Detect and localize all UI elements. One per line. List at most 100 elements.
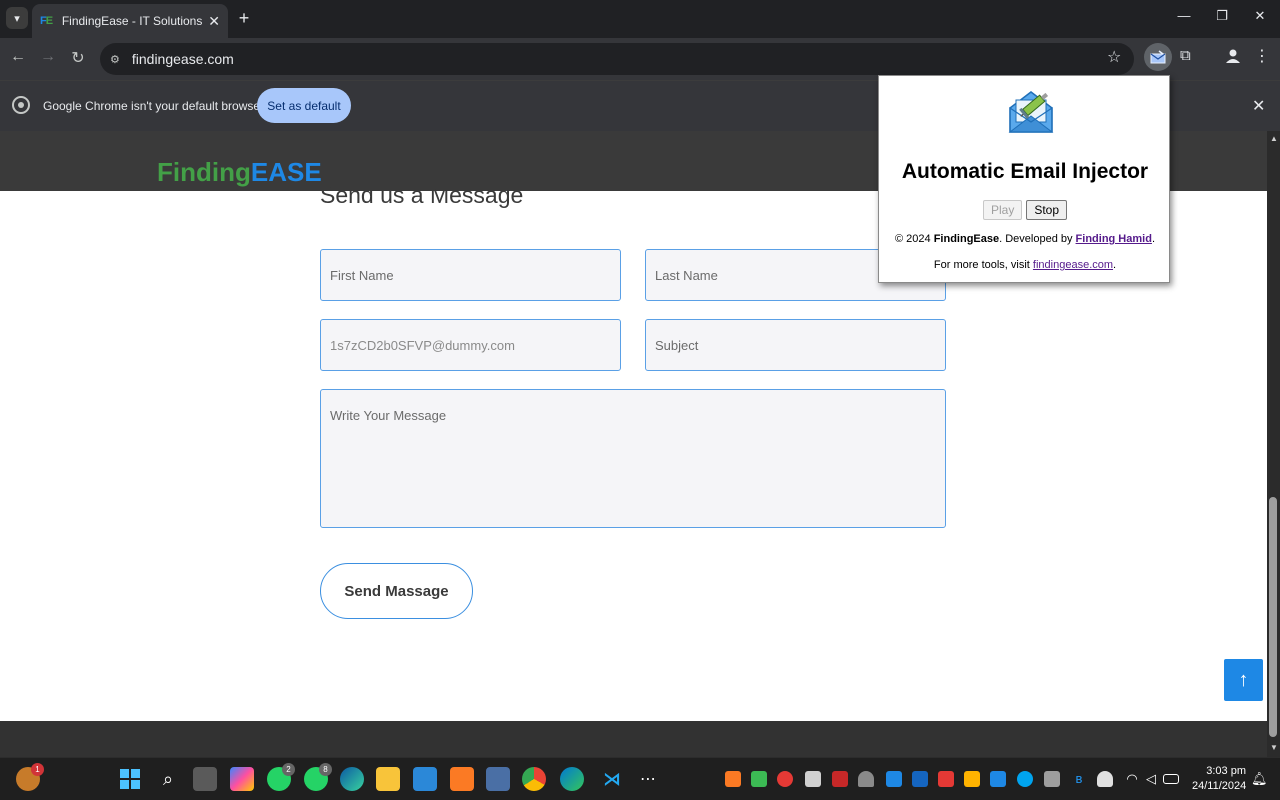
play-button[interactable]: Play (982, 200, 1023, 220)
edge-icon[interactable] (560, 767, 584, 791)
chrome-menu-icon[interactable]: ⋮ (1254, 46, 1270, 66)
tray-edge-icon[interactable] (1017, 771, 1033, 787)
volume-icon[interactable]: ◁ (1143, 771, 1159, 787)
logo-text-finding: Finding (157, 157, 251, 187)
edge-dev-icon[interactable] (340, 767, 364, 791)
window-close-button[interactable]: ✕ (1248, 8, 1272, 24)
scroll-up-arrow-icon[interactable]: ▲ (1270, 134, 1278, 143)
address-bar[interactable]: ⚙ findingease.com (100, 43, 1134, 75)
vscode-icon[interactable]: ⋊ (600, 767, 624, 791)
popup-title: Automatic Email Injector (901, 160, 1149, 183)
subject-input[interactable]: Subject (645, 319, 946, 371)
windows-taskbar: 1 ⌕ 2 8 ⋊ ⋯ ʙ ◠ ◁ 3:03 pm 24/11/2024 🔔︎ (0, 757, 1280, 800)
more-prefix: For more tools, visit (933, 259, 1033, 271)
popup-copyright: © 2024 FindingEase. Developed by Finding… (879, 233, 1171, 245)
xampp-icon[interactable] (450, 767, 474, 791)
extensions-puzzle-icon[interactable]: ⧉ (1180, 47, 1191, 64)
search-icon[interactable]: ⌕ (156, 767, 180, 791)
file-explorer-icon[interactable] (376, 767, 400, 791)
weather-badge: 1 (31, 763, 44, 776)
site-favicon-icon: FE (40, 15, 53, 27)
tab-title: FindingEase - IT Solutions & Ma (61, 14, 203, 28)
copyright-prefix: © 2024 (895, 233, 934, 245)
notepad-icon[interactable] (413, 767, 437, 791)
copyright-brand: FindingEase (933, 233, 1000, 245)
system-clock[interactable]: 3:03 pm 24/11/2024 (1192, 764, 1246, 794)
developer-link[interactable]: Finding Hamid (1076, 233, 1152, 245)
first-name-input[interactable]: First Name (320, 249, 621, 301)
logo-text-ease: EASE (250, 157, 322, 187)
start-windows-icon[interactable] (118, 767, 142, 791)
tray-shield-icon[interactable] (990, 771, 1006, 787)
tray-cup-icon[interactable] (1044, 771, 1060, 787)
form-title: Send us a Message (320, 182, 524, 208)
scroll-to-top-button[interactable]: ↑ (1224, 659, 1263, 701)
wifi-icon[interactable]: ◠ (1124, 771, 1140, 787)
notifications-bell-icon[interactable]: 🔔︎ (1251, 771, 1268, 787)
stop-button[interactable]: Stop (1026, 200, 1068, 220)
more-suffix: . (1113, 259, 1117, 271)
task-view-icon[interactable] (193, 767, 217, 791)
tray-xampp-icon[interactable] (725, 771, 741, 787)
site-logo[interactable]: FindingEASE (157, 157, 322, 188)
whatsapp-badge-1: 2 (282, 763, 295, 776)
bluetooth-icon[interactable]: ʙ (1071, 771, 1087, 787)
browser-tab[interactable]: FE FindingEase - IT Solutions & Ma ✕ (32, 4, 228, 38)
page-footer-band (0, 721, 1267, 757)
tray-monitor-icon[interactable] (912, 771, 928, 787)
whatsapp-business-icon[interactable]: 8 (304, 763, 332, 791)
browser-toolbar: ← → ↻ ⚙ findingease.com ☆ ⧉ ⋮ (0, 38, 1280, 80)
tab-search-chevron-icon[interactable]: ▾ (6, 7, 28, 29)
copilot-icon[interactable] (230, 767, 254, 791)
clock-time: 3:03 pm (1206, 765, 1246, 777)
findingease-link[interactable]: findingease.com (1033, 259, 1113, 271)
tab-close-icon[interactable]: ✕ (208, 13, 220, 30)
profile-avatar-icon[interactable] (1224, 47, 1242, 65)
page-scrollbar[interactable]: ▲ ▼ (1267, 131, 1280, 757)
weather-widget-icon[interactable]: 1 (16, 763, 44, 791)
onedrive-icon[interactable] (1097, 771, 1113, 787)
scrollbar-thumb[interactable] (1269, 497, 1277, 737)
infobar-close-icon[interactable]: ✕ (1252, 96, 1265, 116)
whatsapp-icon[interactable]: 2 (267, 763, 295, 791)
reload-icon[interactable]: ↻ (67, 48, 89, 68)
copyright-suffix: . (1151, 233, 1155, 245)
minimize-button[interactable]: — (1172, 8, 1196, 23)
url-text: findingease.com (131, 51, 234, 67)
infobar-message: Google Chrome isn't your default browser (43, 99, 265, 113)
tray-screenshot-icon[interactable] (886, 771, 902, 787)
scroll-down-arrow-icon[interactable]: ▼ (1270, 743, 1278, 752)
new-tab-button[interactable]: + (234, 8, 254, 29)
arrow-up-icon: ↑ (1238, 668, 1249, 691)
back-arrow-icon[interactable]: ← (7, 48, 29, 66)
chrome-icon[interactable] (522, 767, 546, 791)
tab-strip: ▾ FE FindingEase - IT Solutions & Ma ✕ +… (0, 0, 1280, 38)
bookmark-star-icon[interactable]: ☆ (1107, 47, 1121, 67)
resource-monitor-icon[interactable] (486, 767, 510, 791)
popup-more-tools: For more tools, visit findingease.com. (879, 259, 1171, 271)
send-message-button[interactable]: Send Massage (320, 563, 473, 619)
extension-popup: Automatic Email Injector Play Stop © 202… (878, 75, 1170, 283)
more-apps-icon[interactable]: ⋯ (636, 767, 660, 791)
tray-tool-icon[interactable] (964, 771, 980, 787)
forward-arrow-icon[interactable]: → (37, 48, 59, 66)
envelope-icon (1150, 50, 1166, 64)
email-syringe-icon (1008, 91, 1054, 133)
email-injector-extension-button[interactable] (1144, 43, 1172, 71)
tray-app-icon[interactable] (751, 771, 767, 787)
copyright-middle: . Developed by (999, 233, 1076, 245)
set-as-default-button[interactable]: Set as default (257, 88, 351, 123)
tray-printer-icon[interactable] (832, 771, 848, 787)
tray-cloud-icon[interactable] (858, 771, 874, 787)
restore-button[interactable]: ❐ (1210, 8, 1234, 24)
battery-icon[interactable] (1163, 774, 1179, 784)
popup-controls: Play Stop (879, 200, 1171, 220)
message-textarea[interactable]: Write Your Message (320, 389, 946, 528)
chrome-logo-icon (12, 96, 30, 114)
site-info-icon[interactable]: ⚙ (110, 53, 120, 66)
tray-adobe-icon[interactable] (938, 771, 954, 787)
tray-device-icon[interactable] (805, 771, 821, 787)
clock-date: 24/11/2024 (1192, 780, 1247, 792)
tray-security-icon[interactable] (777, 771, 793, 787)
email-input[interactable]: 1s7zCD2b0SFVP@dummy.com (320, 319, 621, 371)
